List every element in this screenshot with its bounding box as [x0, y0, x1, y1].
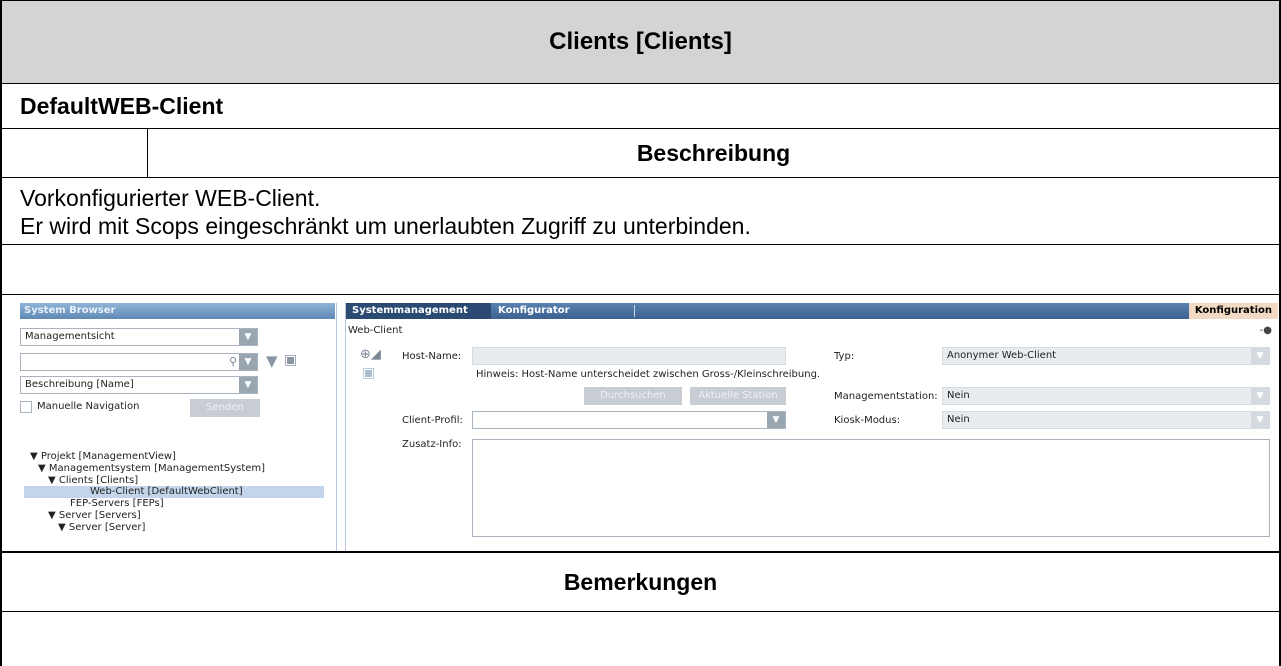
description-header-empty-cell [2, 129, 148, 177]
tree-item[interactable]: ▼ Projekt [ManagementView] [30, 451, 324, 463]
extra-info-textarea[interactable] [472, 439, 1270, 537]
host-name-label: Host-Name: [402, 351, 462, 362]
client-profile-label: Client-Profil: [402, 415, 463, 426]
tree-item[interactable]: FEP-Servers [FEPs] [30, 498, 324, 510]
embedded-screenshot: System Browser Managementsicht ▼ ⚲ ▼ ▼ ▣… [20, 303, 1278, 551]
chevron-down-icon: ▼ [767, 412, 785, 428]
host-name-hint: Hinweis: Host-Name unterscheidet zwische… [476, 369, 821, 380]
tab-konfiguration[interactable]: Konfiguration [1188, 303, 1278, 319]
type-label: Typ: [834, 351, 855, 362]
description-header: Beschreibung [636, 139, 791, 166]
chevron-down-icon: ▼ [239, 377, 257, 393]
management-station-value: Nein [947, 390, 970, 401]
description-line-1: Vorkonfigurierter WEB-Client. [20, 185, 321, 211]
remarks-header-row: Bemerkungen [0, 553, 1281, 612]
manual-navigation-label: Manuelle Navigation [37, 401, 140, 412]
tree-item-selected[interactable]: Web-Client [DefaultWebClient] [24, 486, 324, 499]
tab-konfigurator[interactable]: Konfigurator [492, 303, 576, 319]
description-line-2: Er wird mit Scops eingeschränkt um unerl… [20, 213, 751, 239]
screenshot-row: System Browser Managementsicht ▼ ⚲ ▼ ▼ ▣… [0, 295, 1281, 553]
tree-item[interactable]: ▼ Server [Server] [30, 522, 324, 534]
send-button[interactable]: Senden [190, 399, 260, 417]
save-icon[interactable]: ▣ [284, 352, 297, 368]
management-station-select[interactable]: Nein ▼ [942, 387, 1270, 405]
chevron-down-icon: ▼ [1251, 412, 1269, 428]
tab-separator [634, 305, 635, 317]
kiosk-mode-value: Nein [947, 414, 970, 425]
management-station-label: Managementstation: [834, 391, 938, 402]
view-select-value: Managementsicht [25, 331, 115, 342]
tree-item[interactable]: ▼ Managementsystem [ManagementSystem] [30, 463, 324, 475]
view-select[interactable]: Managementsicht ▼ [20, 328, 258, 346]
sort-select[interactable]: Beschreibung [Name] ▼ [20, 376, 258, 394]
client-profile-select[interactable]: ▼ [472, 411, 786, 429]
system-browser-title: System Browser [20, 303, 335, 319]
extra-info-label: Zusatz-Info: [402, 439, 462, 450]
tree-item[interactable]: ▼ Clients [Clients] [30, 475, 324, 487]
panel-title: Web-Client [348, 325, 403, 336]
kiosk-mode-label: Kiosk-Modus: [834, 415, 901, 426]
save-icon[interactable]: ▣ [362, 365, 375, 381]
kiosk-mode-select[interactable]: Nein ▼ [942, 411, 1270, 429]
chevron-down-icon: ▼ [1251, 348, 1269, 364]
description-header-row: Beschreibung [0, 129, 1281, 178]
tree-item[interactable]: ▼ Server [Servers] [30, 510, 324, 522]
sort-select-value: Beschreibung [Name] [25, 379, 134, 390]
client-name: DefaultWEB-Client [20, 92, 224, 119]
host-name-input[interactable] [472, 347, 786, 365]
chevron-down-icon: ▼ [1251, 388, 1269, 404]
filter-icon[interactable]: ▼ [266, 352, 278, 370]
chevron-down-icon: ▼ [239, 329, 257, 345]
client-name-row: DefaultWEB-Client [0, 84, 1281, 129]
document-title-row: Clients [Clients] [0, 0, 1281, 84]
tab-systemmanagement[interactable]: Systemmanagement [346, 303, 491, 319]
tab-bar: Systemmanagement Konfigurator Konfigurat… [346, 303, 1278, 319]
system-tree: ▼ Projekt [ManagementView] ▼ Managements… [24, 451, 324, 534]
remarks-body [0, 612, 1281, 666]
search-icon[interactable]: ⚲ [229, 355, 237, 368]
panel-splitter[interactable] [336, 303, 346, 551]
type-value: Anonymer Web-Client [947, 350, 1057, 361]
description-text: Vorkonfigurierter WEB-Client. Er wird mi… [0, 178, 1281, 245]
chevron-down-icon[interactable]: ▼ [239, 354, 257, 370]
system-browser-panel: System Browser Managementsicht ▼ ⚲ ▼ ▼ ▣… [20, 303, 335, 551]
browse-button[interactable]: Durchsuchen [584, 387, 682, 405]
blank-row [0, 245, 1281, 295]
type-select[interactable]: Anonymer Web-Client ▼ [942, 347, 1270, 365]
main-panel: Systemmanagement Konfigurator Konfigurat… [346, 303, 1278, 551]
pin-icon[interactable]: -● [1260, 325, 1272, 336]
remarks-header: Bemerkungen [563, 568, 718, 595]
manual-navigation-checkbox[interactable] [20, 401, 32, 413]
search-input[interactable]: ⚲ ▼ [20, 353, 258, 371]
document-title: Clients [Clients] [549, 28, 732, 55]
new-object-icon[interactable]: ⊕◢ [360, 347, 381, 362]
current-station-button[interactable]: Aktuelle Station [690, 387, 786, 405]
